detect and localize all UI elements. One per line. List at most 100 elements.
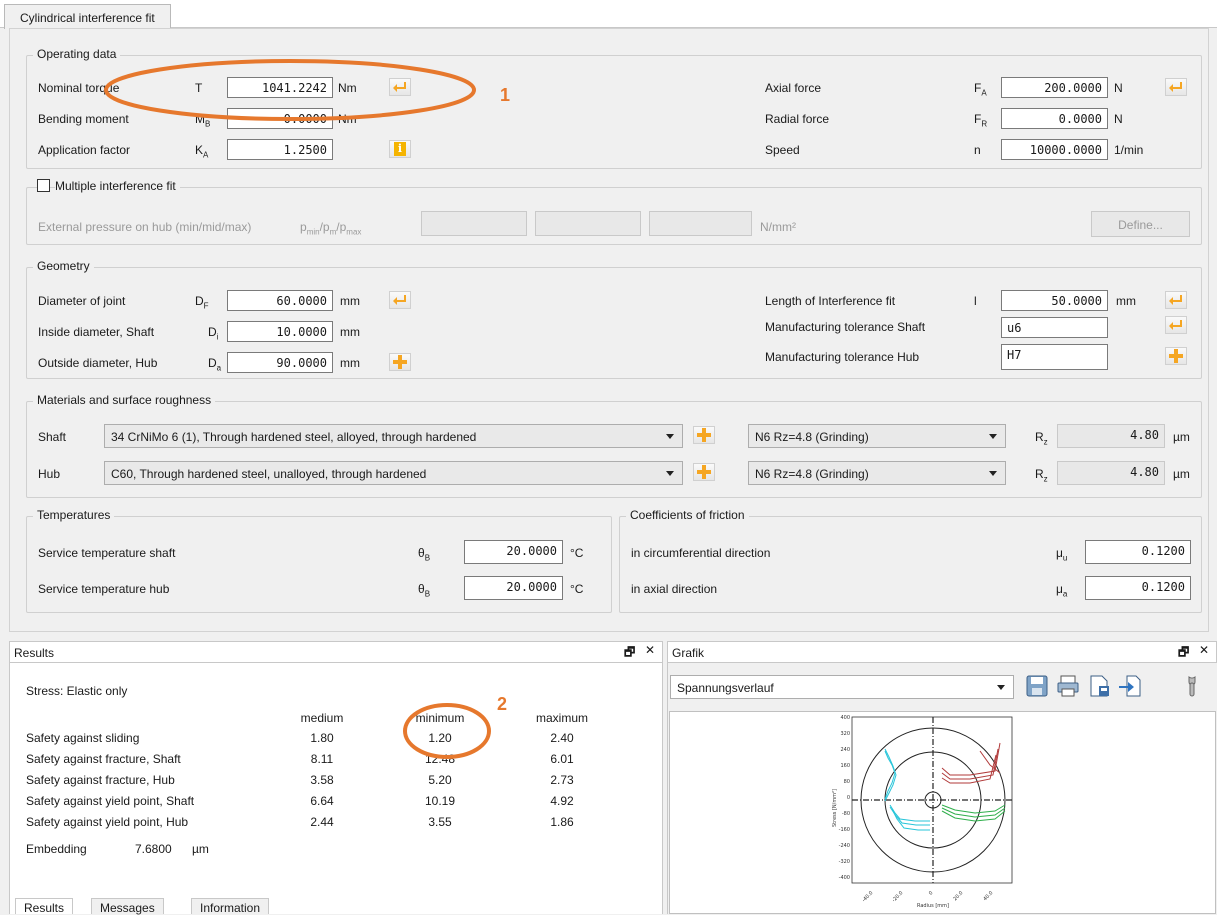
friction-axial-label: in axial direction xyxy=(631,582,718,596)
friction-circ-field[interactable]: 0.1200 xyxy=(1085,540,1191,564)
application-factor-info-button[interactable]: i xyxy=(389,140,411,158)
hub-material-label: Hub xyxy=(38,467,61,481)
tol-hub-add-button[interactable] xyxy=(1165,347,1187,365)
header-maximum: maximum xyxy=(535,711,588,725)
x-tick: -20.0 xyxy=(891,890,904,903)
y-tick: -320 xyxy=(839,859,850,865)
settings-wrench-icon[interactable] xyxy=(1180,674,1204,698)
float-icon[interactable]: 🗗 xyxy=(624,643,635,664)
diameter-joint-label: Diameter of joint xyxy=(38,294,126,308)
hub-material-add-button[interactable] xyxy=(693,463,715,481)
hub-roughness-select[interactable]: N6 Rz=4.8 (Grinding) xyxy=(748,461,1006,485)
float-icon[interactable]: 🗗 xyxy=(1178,643,1189,664)
speed-field[interactable]: 10000.0000 xyxy=(1001,139,1108,160)
diameter-joint-unit: mm xyxy=(340,294,360,308)
inside-diameter-field[interactable]: 10.0000 xyxy=(227,321,333,342)
axial-force-field[interactable]: 200.0000 xyxy=(1001,77,1108,98)
friction-circ-symbol: μu xyxy=(1056,546,1068,563)
enter-arrow-icon xyxy=(1169,320,1182,330)
annotation-label-1: 1 xyxy=(500,85,511,105)
length-symbol: l xyxy=(974,294,977,308)
hub-rz-unit: µm xyxy=(1173,467,1190,481)
temp-shaft-unit: °C xyxy=(570,546,584,560)
hub-material-select[interactable]: C60, Through hardened steel, unalloyed, … xyxy=(104,461,683,485)
diameter-joint-calc-button[interactable] xyxy=(389,291,411,309)
chevron-down-icon xyxy=(989,471,997,476)
y-tick: 400 xyxy=(840,715,850,721)
info-icon: i xyxy=(394,142,406,156)
outside-diameter-unit: mm xyxy=(340,356,360,370)
grafik-selector-value: Spannungsverlauf xyxy=(677,681,774,695)
shaft-rz-symbol: Rz xyxy=(1035,430,1048,447)
close-icon[interactable]: ✕ xyxy=(1199,643,1209,657)
header-medium: medium xyxy=(300,711,344,725)
define-button[interactable]: Define... xyxy=(1091,211,1190,237)
outside-diameter-field[interactable]: 90.0000 xyxy=(227,352,333,373)
tol-hub-field[interactable]: H7 xyxy=(1001,344,1108,370)
x-tick: 40.0 xyxy=(982,890,994,902)
close-icon[interactable]: ✕ xyxy=(645,643,655,657)
radial-force-label: Radial force xyxy=(765,112,830,126)
outside-diameter-add-button[interactable] xyxy=(389,353,411,371)
result-row-label: Safety against fracture, Shaft xyxy=(26,752,181,766)
length-unit: mm xyxy=(1116,294,1136,308)
embedding-value: 7.6800 xyxy=(135,842,172,856)
radial-force-field[interactable]: 0.0000 xyxy=(1001,108,1108,129)
hub-material-value: C60, Through hardened steel, unalloyed, … xyxy=(111,467,427,481)
temp-hub-field[interactable]: 20.0000 xyxy=(464,576,563,600)
grafik-pane-title: Grafik xyxy=(672,646,705,660)
tol-shaft-label: Manufacturing tolerance Shaft xyxy=(765,320,926,334)
enter-arrow-icon xyxy=(1169,295,1182,305)
save-icon[interactable] xyxy=(1025,674,1049,698)
shaft-material-select[interactable]: 34 CrNiMo 6 (1), Through hardened steel,… xyxy=(104,424,683,448)
pressure-max-field[interactable] xyxy=(649,211,752,236)
hub-rz-field[interactable]: 4.80 xyxy=(1057,461,1165,485)
embedding-label: Embedding xyxy=(26,842,87,856)
length-field[interactable]: 50.0000 xyxy=(1001,290,1108,311)
chevron-down-icon xyxy=(997,685,1005,690)
diameter-joint-field[interactable]: 60.0000 xyxy=(227,290,333,311)
plus-icon xyxy=(393,355,407,369)
shaft-rz-field[interactable]: 4.80 xyxy=(1057,424,1165,448)
tab-messages[interactable]: Messages xyxy=(91,898,164,915)
y-tick: 320 xyxy=(840,731,850,737)
pressure-min-field[interactable] xyxy=(421,211,527,236)
temp-shaft-field[interactable]: 20.0000 xyxy=(464,540,563,564)
export-icon[interactable] xyxy=(1087,674,1111,698)
axial-force-calc-button[interactable] xyxy=(1165,78,1187,96)
result-row-label: Safety against fracture, Hub xyxy=(26,773,175,787)
results-pane-header: Results xyxy=(9,641,663,663)
results-tabs: Results Messages Information xyxy=(9,898,663,915)
result-cell: 4.92 xyxy=(550,794,574,808)
temp-hub-symbol: θB xyxy=(418,582,431,599)
shaft-material-add-button[interactable] xyxy=(693,426,715,444)
multiple-fit-checkbox[interactable] xyxy=(37,179,50,192)
red-curves xyxy=(941,742,1001,784)
hub-roughness-value: N6 Rz=4.8 (Grinding) xyxy=(755,467,869,481)
temperatures-title: Temperatures xyxy=(33,508,115,522)
speed-label: Speed xyxy=(765,143,800,157)
friction-axial-field[interactable]: 0.1200 xyxy=(1085,576,1191,600)
enter-arrow-icon xyxy=(393,295,406,305)
tab-cylindrical-interference-fit[interactable]: Cylindrical interference fit xyxy=(4,4,171,29)
tab-strip xyxy=(0,0,1217,28)
tol-shaft-calc-button[interactable] xyxy=(1165,316,1187,334)
external-pressure-symbol: pmin/pm/pmax xyxy=(300,220,362,237)
application-factor-field[interactable]: 1.2500 xyxy=(227,139,333,160)
length-calc-button[interactable] xyxy=(1165,291,1187,309)
pressure-mid-field[interactable] xyxy=(535,211,641,236)
application-factor-label: Application factor xyxy=(38,143,131,157)
grafik-selector[interactable]: Spannungsverlauf xyxy=(670,675,1014,699)
tab-information[interactable]: Information xyxy=(191,898,270,915)
y-tick-labels: 400 320 240 160 80 0 -80 -160 -240 -320 … xyxy=(839,715,850,881)
tol-shaft-field[interactable]: u6 xyxy=(1001,317,1108,338)
friction-axial-symbol: μa xyxy=(1056,582,1068,599)
import-icon[interactable] xyxy=(1118,674,1142,698)
stress-plot: 400 320 240 160 80 0 -80 -160 -240 -320 … xyxy=(832,715,1013,909)
tab-results[interactable]: Results xyxy=(15,898,74,915)
print-icon[interactable] xyxy=(1056,674,1080,698)
speed-unit: 1/min xyxy=(1114,143,1144,157)
x-axis-label: Radius [mm] xyxy=(917,903,949,909)
shaft-roughness-select[interactable]: N6 Rz=4.8 (Grinding) xyxy=(748,424,1006,448)
x-tick: -40.0 xyxy=(861,890,874,903)
